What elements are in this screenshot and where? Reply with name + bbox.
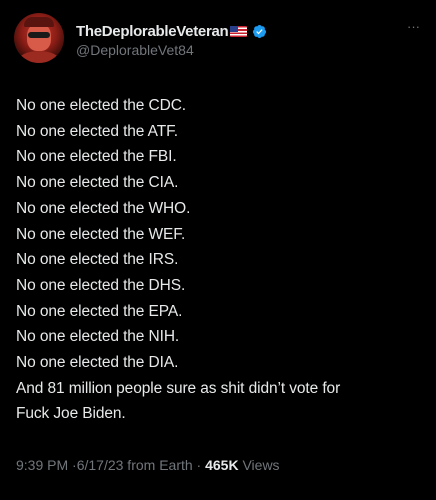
tweet-text: No one elected the CDC. No one elected t… <box>16 93 424 427</box>
tweet-line: No one elected the CIA. <box>16 174 179 192</box>
tweet-card: TheDeplorableVeteran @DeplorableVet84 ··… <box>0 0 436 500</box>
tweet-line: No one elected the WEF. <box>16 225 186 243</box>
avatar-cap <box>24 17 54 27</box>
author-name-row: TheDeplorableVeteran <box>76 21 267 41</box>
verified-badge-icon[interactable] <box>252 24 267 39</box>
tweet-line: No one elected the CDC. <box>16 97 187 114</box>
tweet-line: No one elected the DHS. <box>16 276 186 294</box>
more-options-icon[interactable]: ··· <box>407 20 420 33</box>
avatar[interactable] <box>14 13 64 63</box>
views-label: Views <box>242 457 280 473</box>
tweet-line: No one elected the NIH. <box>16 328 180 346</box>
tweet-line: No one elected the FBI. <box>16 148 177 166</box>
tweet-meta: 9:39 PM ·6/17/23 from Earth · 465K Views <box>16 457 280 473</box>
tweet-time[interactable]: 9:39 PM <box>16 457 68 473</box>
views-count[interactable]: 465K <box>205 457 238 473</box>
us-flag-icon <box>230 25 248 37</box>
meta-separator: · <box>196 457 202 473</box>
tweet-date-source[interactable]: 6/17/23 from Earth <box>77 457 193 473</box>
tweet-line: No one elected the EPA. <box>16 302 183 320</box>
tweet-line: Fuck Joe Biden. <box>16 405 126 423</box>
avatar-shirt <box>18 51 60 63</box>
avatar-sunglasses <box>28 32 50 38</box>
tweet-line: And 81 million people sure as shit didn’… <box>16 379 341 397</box>
author-display-name[interactable]: TheDeplorableVeteran <box>76 23 229 40</box>
tweet-line: No one elected the DIA. <box>16 354 179 372</box>
author-handle[interactable]: @DeplorableVet84 <box>76 42 194 58</box>
tweet-line: No one elected the WHO. <box>16 199 191 217</box>
tweet-line: No one elected the ATF. <box>16 122 178 140</box>
tweet-line: No one elected the IRS. <box>16 251 179 269</box>
